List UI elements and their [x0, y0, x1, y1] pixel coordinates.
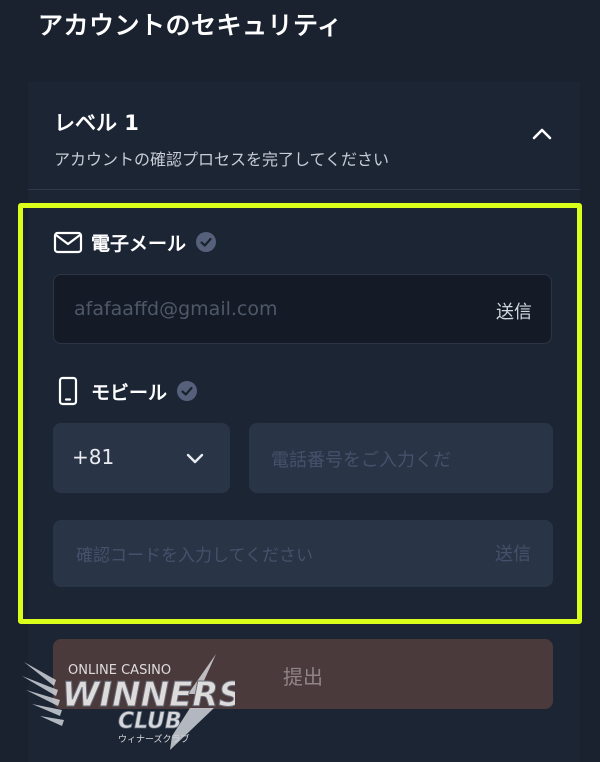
phone-placeholder: 電話番号をご入力くだ [271, 450, 451, 471]
level-title: レベル 1 [54, 111, 139, 135]
country-code-select[interactable]: +81 [53, 423, 230, 493]
mobile-phone-icon [58, 376, 78, 406]
chevron-up-icon[interactable] [530, 122, 554, 146]
email-label-row: 電子メール [53, 227, 217, 257]
level-subtitle: アカウントの確認プロセスを完了してください [54, 150, 390, 169]
winners-club-logo: ONLINE CASINO WINNERS CLUB ウィナーズクラブ [22, 654, 235, 750]
page-title: アカウントのセキュリティ [38, 11, 343, 40]
code-send-button[interactable]: 送信 [495, 540, 531, 566]
logo-text-line4: ウィナーズクラブ [118, 733, 190, 745]
country-code-value: +81 [72, 445, 115, 469]
level-header[interactable]: レベル 1 アカウントの確認プロセスを完了してください [28, 82, 580, 190]
verification-code-input[interactable]: 確認コードを入力してください 送信 [53, 520, 553, 587]
email-label: 電子メール [91, 232, 187, 255]
code-placeholder: 確認コードを入力してください [76, 546, 313, 566]
mobile-label-row: モビール [53, 376, 198, 406]
mobile-label: モビール [91, 381, 168, 404]
email-value[interactable]: afafaaffd@gmail.com [74, 298, 278, 320]
logo-text-line3: CLUB [118, 709, 182, 734]
chevron-down-icon [186, 453, 204, 464]
mail-icon [53, 231, 83, 254]
verified-check-icon [196, 232, 217, 252]
verified-check-icon [177, 381, 198, 401]
email-field[interactable]: afafaaffd@gmail.com 送信 [53, 274, 552, 344]
phone-number-input[interactable]: 電話番号をご入力くだ [249, 423, 553, 493]
email-send-button[interactable]: 送信 [496, 298, 532, 324]
